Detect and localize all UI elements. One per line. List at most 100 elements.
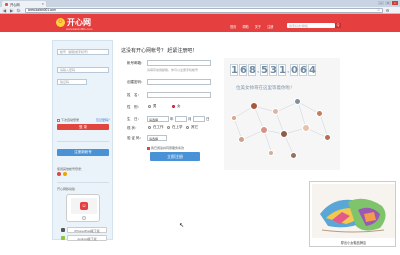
mobile-title: 开心网移动版 xyxy=(57,187,76,191)
app-logo-icon: ☺ xyxy=(80,202,88,210)
counter-digit: 4 xyxy=(308,64,316,76)
remember-row: 下次自动登录 忘记密码？ xyxy=(57,118,111,122)
smiley-logo-icon: ☺ xyxy=(56,18,65,27)
status-working-label: 在工作 xyxy=(153,125,164,129)
friend-avatar xyxy=(324,134,331,141)
counter-digit: 3 xyxy=(269,64,277,76)
year-unit: 年 xyxy=(170,117,174,121)
site-logo[interactable]: ☺ 开心网 www.kaixin001.com xyxy=(56,17,92,31)
login-captcha-input[interactable]: 验证码 xyxy=(57,79,87,85)
friend-avatar xyxy=(268,150,274,156)
counter-separator: , xyxy=(257,65,260,74)
counter-separator: , xyxy=(287,65,290,74)
friend-avatar xyxy=(272,108,279,115)
browser-tab-bar: 开心网 × – □ × xyxy=(0,0,400,7)
login-password-input[interactable]: 请输入密码 xyxy=(57,67,109,73)
reload-icon[interactable]: ↻ xyxy=(16,7,21,13)
url-text: www.kaixin001.com xyxy=(28,8,56,12)
header-link-help[interactable]: 帮助 xyxy=(242,24,248,29)
gender-female-label: 女 xyxy=(177,104,181,108)
counter-digit: 1 xyxy=(230,64,238,76)
remember-checkbox[interactable] xyxy=(57,118,60,122)
bookmark-star-icon[interactable]: ☆ xyxy=(377,8,380,12)
back-icon[interactable]: ◀ xyxy=(2,7,7,13)
social-login-icons xyxy=(57,172,67,176)
counter-digit: 8 xyxy=(248,64,256,76)
name-label: 姓 名： xyxy=(127,93,141,97)
phone-screen: ☺ xyxy=(71,198,97,214)
divider xyxy=(57,182,109,183)
counter-digit: 5 xyxy=(260,64,268,76)
header-link-home[interactable]: 首页 xyxy=(230,24,236,29)
login-panel: 帐号（邮箱或手机号） 请输入密码 验证码 下次自动登录 忘记密码？ 登 录 注册… xyxy=(52,40,113,241)
forgot-password-link[interactable]: 忘记密码？ xyxy=(96,118,111,122)
gender-female-radio[interactable] xyxy=(172,105,175,108)
search-button[interactable]: Q xyxy=(335,23,341,28)
header-link-register[interactable]: 注册 xyxy=(267,24,273,29)
birth-year-select[interactable]: 请选择 xyxy=(147,116,169,122)
password-input[interactable] xyxy=(147,79,211,85)
ad-box[interactable]: 穿出小女鞋品牌店 xyxy=(309,181,396,247)
register-button[interactable]: 注册新帐号 xyxy=(57,149,109,156)
captcha-input[interactable]: 请选择 xyxy=(147,135,167,141)
status-label: 现 状： xyxy=(127,126,139,130)
header-link-about[interactable]: 关于 xyxy=(255,24,261,29)
form-title: 这没有开心网帐号？ 赶紧注册吧！ xyxy=(121,48,198,54)
password-placeholder: 请输入密码 xyxy=(60,68,76,72)
mouse-cursor-icon: ↖ xyxy=(179,223,185,229)
tab-title: 开心网 xyxy=(10,2,20,7)
friend-avatar xyxy=(280,130,288,138)
gender-male-label: 男 xyxy=(153,104,157,108)
account-email-input[interactable] xyxy=(147,60,211,66)
forward-icon[interactable]: ▶ xyxy=(9,7,14,13)
month-unit: 月 xyxy=(188,117,192,121)
close-window-icon[interactable]: × xyxy=(392,0,398,5)
address-bar[interactable]: www.kaixin001.com ☆ xyxy=(25,7,383,13)
apple-icon xyxy=(61,228,65,232)
friend-avatar xyxy=(250,102,258,110)
counter-digit: 6 xyxy=(299,64,307,76)
gender-male-radio[interactable] xyxy=(148,105,151,108)
birth-day-select[interactable] xyxy=(193,116,205,122)
window-controls: – □ × xyxy=(378,0,398,5)
agree-text[interactable]: 我已阅读并同意服务条款 xyxy=(151,146,184,150)
agree-row: 我已阅读并同意服务条款 xyxy=(147,146,184,150)
iphone-download-button[interactable]: iPhone/iPad版下载 xyxy=(67,227,107,233)
friend-avatar xyxy=(290,152,297,159)
account-label: 帐号邮箱： xyxy=(127,61,145,65)
counter-digit: 1 xyxy=(278,64,286,76)
birthday-label: 生 日： xyxy=(127,117,141,121)
name-input[interactable] xyxy=(147,92,211,98)
tab-close-icon[interactable]: × xyxy=(42,1,44,6)
site-search-input[interactable]: 搜索好友/群组 xyxy=(287,23,335,28)
ad-caption[interactable]: 穿出小女鞋品牌店 xyxy=(310,240,397,245)
friend-avatar xyxy=(238,136,245,143)
counter-digit: 0 xyxy=(290,64,298,76)
ad-image xyxy=(312,184,395,238)
account-hint: 请填写常用邮箱，你可以注册手机帐号 xyxy=(147,68,199,72)
maximize-icon[interactable]: □ xyxy=(385,0,391,5)
birth-month-select[interactable] xyxy=(175,116,187,122)
agree-checkbox[interactable] xyxy=(147,146,150,150)
qq-icon[interactable] xyxy=(63,172,67,176)
friend-avatar xyxy=(316,110,323,117)
phone-home-button xyxy=(82,216,86,220)
status-student-radio[interactable] xyxy=(167,126,170,129)
counter-digit: 6 xyxy=(239,64,247,76)
wrench-icon[interactable]: ⚙ xyxy=(385,8,390,13)
search-placeholder: 搜索好友/群组 xyxy=(289,23,308,28)
friend-avatar xyxy=(231,115,237,121)
minimize-icon[interactable]: – xyxy=(378,0,384,5)
status-other-radio[interactable] xyxy=(186,126,189,129)
login-email-input[interactable]: 帐号（邮箱或手机号） xyxy=(57,49,109,55)
weibo-icon[interactable] xyxy=(57,172,61,176)
login-button[interactable]: 登 录 xyxy=(57,124,109,130)
divider xyxy=(57,141,109,142)
submit-register-button[interactable]: 立即注册 xyxy=(150,152,200,161)
counter-slogan: 位美女帅哥在这里等着你啦！ xyxy=(236,85,295,90)
status-working-radio[interactable] xyxy=(148,126,151,129)
day-unit: 日 xyxy=(206,117,210,121)
header-links: 首页 帮助 关于 注册 xyxy=(230,24,274,29)
android-download-button[interactable]: Android版下载 xyxy=(67,235,107,241)
user-count-graphic: 1 6 8 , 5 3 1 , 0 6 4 位美女帅哥在这里等着你啦！ xyxy=(224,58,340,170)
